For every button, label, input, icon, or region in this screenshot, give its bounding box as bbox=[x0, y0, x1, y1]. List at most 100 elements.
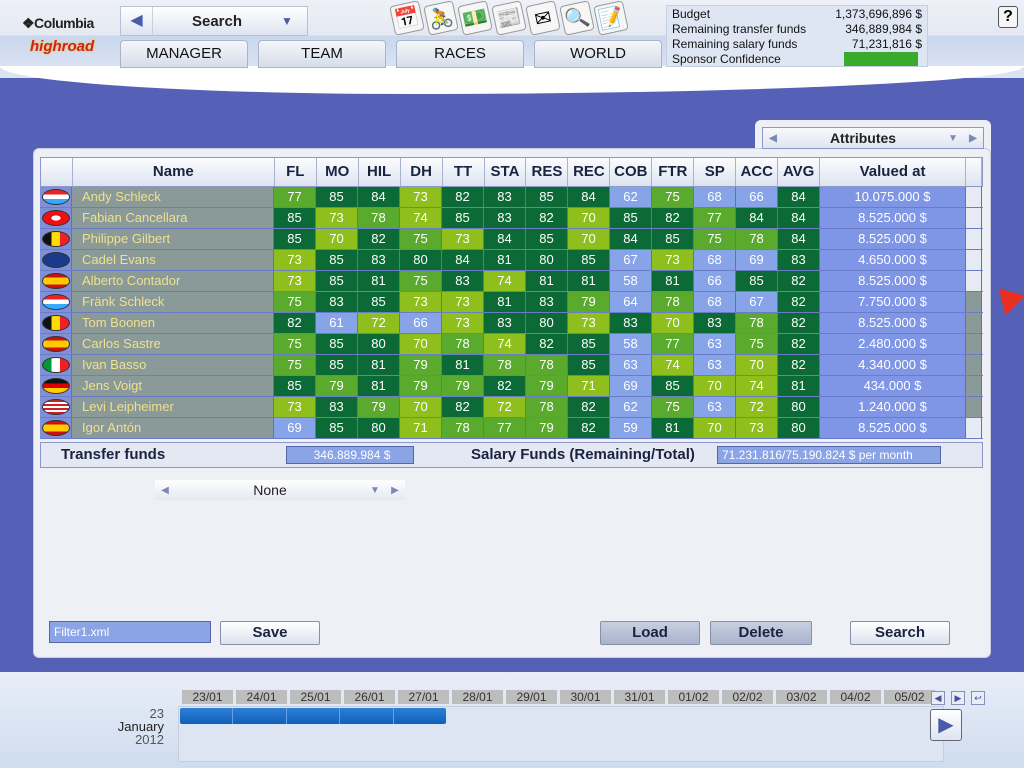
table-row[interactable]: Andy Schleck 77 85 84 73 82 83 85 84 62 75 68 66 84 10… bbox=[40, 187, 983, 208]
timeline-date[interactable]: 28/01 bbox=[452, 690, 503, 704]
load-button[interactable]: Load bbox=[600, 621, 700, 645]
stat-cell: 79 bbox=[442, 376, 484, 396]
column-header[interactable]: AVG bbox=[778, 158, 821, 186]
filter-select[interactable]: ◀ None ▼ ▶ bbox=[155, 480, 405, 500]
rider-name[interactable]: Igor Antón bbox=[72, 418, 274, 438]
scrollbar[interactable] bbox=[966, 292, 982, 312]
column-header[interactable]: TT bbox=[443, 158, 485, 186]
table-row[interactable]: Igor Antón 69 85 80 71 78 77 79 82 59 81 70 73 80 8.52… bbox=[40, 418, 983, 439]
scrollbar[interactable] bbox=[966, 250, 982, 270]
timeline-date[interactable]: 30/01 bbox=[560, 690, 611, 704]
tab-world[interactable]: WORLD bbox=[534, 40, 662, 68]
table-row[interactable]: Cadel Evans 73 85 83 80 84 81 80 85 67 73 68 69 83 4.6… bbox=[40, 250, 983, 271]
column-header[interactable]: SP bbox=[694, 158, 737, 186]
column-header[interactable]: RES bbox=[526, 158, 569, 186]
table-row[interactable]: Tom Boonen 82 61 72 66 73 83 80 73 83 70 83 78 82 8.52… bbox=[40, 313, 983, 334]
chevron-left-icon[interactable]: ◀ bbox=[763, 133, 783, 144]
table-row[interactable]: Carlos Sastre 75 85 80 70 78 74 82 85 58 77 63 75 82 2… bbox=[40, 334, 983, 355]
table-row[interactable]: Levi Leipheimer 73 83 79 70 82 72 78 82 62 75 63 72 8… bbox=[40, 397, 983, 418]
chevron-down-icon[interactable]: ▼ bbox=[943, 133, 963, 144]
scrollbar[interactable] bbox=[966, 187, 982, 207]
help-button[interactable]: ? bbox=[998, 6, 1018, 28]
stat-cell: 74 bbox=[484, 334, 526, 354]
scrollbar[interactable] bbox=[966, 313, 982, 333]
timeline-date[interactable]: 31/01 bbox=[614, 690, 665, 704]
money-icon[interactable]: 💵 bbox=[457, 0, 493, 36]
timeline-date[interactable]: 23/01 bbox=[182, 690, 233, 704]
chevron-right-icon[interactable]: ▶ bbox=[963, 133, 983, 144]
rider-name[interactable]: Philippe Gilbert bbox=[72, 229, 274, 249]
column-header[interactable]: HIL bbox=[359, 158, 401, 186]
rider-name[interactable]: Fränk Schleck bbox=[72, 292, 274, 312]
tab-races[interactable]: RACES bbox=[396, 40, 524, 68]
timeline-date[interactable]: 01/02 bbox=[668, 690, 719, 704]
table-row[interactable]: Fabian Cancellara 85 73 78 74 85 83 82 70 85 82 77 8… bbox=[40, 208, 983, 229]
rider-name[interactable]: Levi Leipheimer bbox=[72, 397, 274, 417]
rider-name[interactable]: Ivan Basso bbox=[72, 355, 274, 375]
timeline-next-icon[interactable]: ▶ bbox=[951, 691, 965, 705]
timeline-event-bar[interactable] bbox=[180, 708, 446, 724]
timeline-reset-icon[interactable]: ↩ bbox=[971, 691, 985, 705]
scrollbar[interactable] bbox=[966, 271, 982, 291]
continue-button[interactable]: ▶ bbox=[930, 709, 962, 741]
notepad-icon[interactable]: 📝 bbox=[593, 0, 629, 36]
timeline-date[interactable]: 29/01 bbox=[506, 690, 557, 704]
timeline-date[interactable]: 05/02 bbox=[884, 690, 935, 704]
timeline-date[interactable]: 03/02 bbox=[776, 690, 827, 704]
chevron-right-icon[interactable]: ▶ bbox=[385, 485, 405, 496]
timeline-date[interactable]: 25/01 bbox=[290, 690, 341, 704]
scrollbar[interactable] bbox=[966, 376, 982, 396]
newspaper-icon[interactable]: 📰 bbox=[491, 0, 527, 36]
scrollbar[interactable] bbox=[966, 418, 982, 438]
column-header[interactable]: STA bbox=[485, 158, 527, 186]
scrollbar[interactable] bbox=[966, 397, 982, 417]
column-header[interactable]: ACC bbox=[736, 158, 779, 186]
column-header[interactable]: Valued at bbox=[820, 158, 966, 186]
table-row[interactable]: Ivan Basso 75 85 81 79 81 78 78 85 63 74 63 70 82 4.34… bbox=[40, 355, 983, 376]
search-select[interactable]: ◀ Search ▼ bbox=[120, 6, 308, 36]
rider-name[interactable]: Cadel Evans bbox=[72, 250, 274, 270]
rider-name[interactable]: Tom Boonen bbox=[72, 313, 274, 333]
calendar-icon[interactable]: 📅 bbox=[389, 0, 425, 36]
scrollbar[interactable] bbox=[966, 355, 982, 375]
rider-name[interactable]: Carlos Sastre bbox=[72, 334, 274, 354]
search-button[interactable]: Search bbox=[850, 621, 950, 645]
column-header[interactable]: REC bbox=[568, 158, 611, 186]
rider-name[interactable]: Jens Voigt bbox=[72, 376, 274, 396]
timeline-date[interactable]: 26/01 bbox=[344, 690, 395, 704]
timeline-date[interactable]: 04/02 bbox=[830, 690, 881, 704]
filter-filename-input[interactable]: Filter1.xml bbox=[49, 621, 211, 643]
magnifier-icon[interactable]: 🔍 bbox=[559, 0, 595, 36]
rider-name[interactable]: Fabian Cancellara bbox=[72, 208, 274, 228]
column-header[interactable]: Name bbox=[73, 158, 275, 186]
save-button[interactable]: Save bbox=[220, 621, 320, 645]
column-header[interactable]: DH bbox=[401, 158, 443, 186]
chevron-left-icon[interactable]: ◀ bbox=[121, 7, 153, 35]
attributes-select[interactable]: ◀ Attributes ▼ ▶ bbox=[762, 127, 984, 149]
table-row[interactable]: Jens Voigt 85 79 81 79 79 82 79 71 69 85 70 74 81 434.… bbox=[40, 376, 983, 397]
tab-team[interactable]: TEAM bbox=[258, 40, 386, 68]
table-row[interactable]: Alberto Contador 73 85 81 75 83 74 81 81 58 81 66 85… bbox=[40, 271, 983, 292]
rider-name[interactable]: Alberto Contador bbox=[72, 271, 274, 291]
scrollbar[interactable] bbox=[966, 208, 982, 228]
table-row[interactable]: Philippe Gilbert 85 70 82 75 73 84 85 70 84 85 75 78… bbox=[40, 229, 983, 250]
chevron-down-icon[interactable]: ▼ bbox=[365, 485, 385, 496]
scrollbar[interactable] bbox=[966, 229, 982, 249]
column-header[interactable]: MO bbox=[317, 158, 359, 186]
column-header[interactable]: FL bbox=[275, 158, 317, 186]
timeline-date[interactable]: 24/01 bbox=[236, 690, 287, 704]
delete-button[interactable]: Delete bbox=[710, 621, 812, 645]
timeline-date[interactable]: 27/01 bbox=[398, 690, 449, 704]
rider-icon[interactable]: 🚴 bbox=[423, 0, 459, 36]
chevron-down-icon[interactable]: ▼ bbox=[281, 14, 307, 28]
timeline-prev-icon[interactable]: ◀ bbox=[931, 691, 945, 705]
column-header[interactable]: FTR bbox=[652, 158, 695, 186]
chevron-left-icon[interactable]: ◀ bbox=[155, 485, 175, 496]
table-row[interactable]: Fränk Schleck 75 83 85 73 73 81 83 79 64 78 68 67 82 7… bbox=[40, 292, 983, 313]
tab-manager[interactable]: MANAGER bbox=[120, 40, 248, 68]
rider-name[interactable]: Andy Schleck bbox=[72, 187, 274, 207]
mail-icon[interactable]: ✉ bbox=[525, 0, 561, 36]
scrollbar[interactable] bbox=[966, 334, 982, 354]
timeline-date[interactable]: 02/02 bbox=[722, 690, 773, 704]
column-header[interactable]: COB bbox=[610, 158, 653, 186]
